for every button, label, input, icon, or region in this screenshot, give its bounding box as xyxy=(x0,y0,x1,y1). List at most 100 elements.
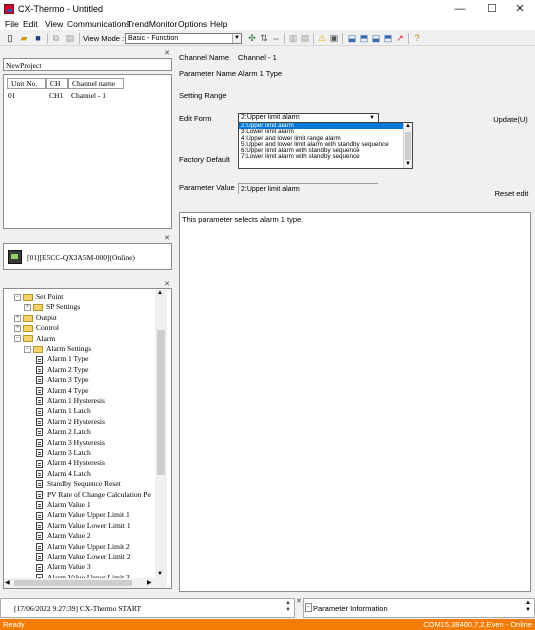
tree-item[interactable]: Alarm Value Lower Limit 2 xyxy=(36,552,131,562)
tree-item[interactable]: Alarm 3 Latch xyxy=(36,448,91,458)
scroll-up-icon[interactable]: ▲ xyxy=(405,123,411,129)
tree-item[interactable]: Alarm 4 Type xyxy=(36,386,88,396)
warning-icon[interactable]: ⚠ xyxy=(316,32,328,44)
menu-help[interactable]: Help xyxy=(210,18,227,30)
transfer-icon[interactable]: ⇅ xyxy=(258,32,270,44)
close-icon[interactable]: ✕ xyxy=(164,281,170,288)
collapse-icon[interactable]: − xyxy=(14,335,21,343)
tree-item[interactable]: Alarm Value 1 xyxy=(36,500,91,510)
column-header-ch[interactable]: CH xyxy=(46,78,68,89)
column-header-channel-name[interactable]: Channel name xyxy=(68,78,124,89)
tree-item[interactable]: Alarm 4 Hysteresis xyxy=(36,458,105,468)
tree-item[interactable]: Alarm 2 Hysteresis xyxy=(36,417,105,427)
scroll-down-icon[interactable]: ▼ xyxy=(405,161,411,167)
dropdown-scroll-thumb[interactable] xyxy=(405,132,411,160)
help-icon[interactable]: ? xyxy=(411,32,423,44)
download-icon[interactable]: ⬒ xyxy=(358,32,370,44)
scroll-left-icon[interactable]: ◀ xyxy=(5,579,10,586)
tree-folder[interactable]: − Alarm Settings xyxy=(24,344,91,354)
collapse-icon[interactable]: − xyxy=(14,293,21,301)
collapse-icon[interactable]: − xyxy=(24,345,31,353)
tree-folder[interactable]: + Output xyxy=(14,313,57,323)
tree-item[interactable]: Alarm Value 3 xyxy=(36,562,91,572)
device-label[interactable]: [01][E5CC-QX3A5M-000](Online) xyxy=(27,253,135,262)
upload-icon[interactable]: ⬓ xyxy=(346,32,358,44)
tree-folder[interactable]: + SP Settings xyxy=(24,302,80,312)
tree-hscroll-thumb[interactable] xyxy=(14,580,132,586)
expand-icon[interactable]: + xyxy=(14,324,21,332)
disconnect-icon[interactable]: ⇔ xyxy=(270,32,282,44)
device-settings-icon[interactable]: ⬒ xyxy=(382,32,394,44)
tree-item[interactable]: Standby Sequence Reset xyxy=(36,479,121,489)
scroll-right-icon[interactable]: ▶ xyxy=(147,579,152,586)
update-button[interactable]: Update(U) xyxy=(491,112,530,125)
status-bar: Ready COM15,38400,7,2,Even - Online xyxy=(0,619,535,630)
tree-scroll-thumb[interactable] xyxy=(157,330,165,475)
new-file-icon[interactable]: ▯ xyxy=(4,32,16,44)
dropdown-scrollbar[interactable]: ▲ ▼ xyxy=(403,123,412,168)
parameter-icon xyxy=(36,376,43,385)
reset-edit-button[interactable]: Reset edit xyxy=(493,187,530,200)
monitor-icon[interactable]: ▣ xyxy=(328,32,340,44)
scroll-down-icon[interactable]: ▼ xyxy=(157,571,163,577)
tree-item[interactable]: Alarm 3 Hysteresis xyxy=(36,438,105,448)
parameter-name-label: Parameter Name xyxy=(179,69,237,78)
close-icon[interactable]: ✕ xyxy=(164,235,170,242)
tree-item-label: Standby Sequence Reset xyxy=(47,479,121,489)
parameter-icon xyxy=(36,407,43,416)
menu-trendmonitor[interactable]: TrendMonitor xyxy=(127,18,177,30)
tree-folder[interactable]: + Control xyxy=(14,323,59,333)
tree-item[interactable]: Alarm 3 Type xyxy=(36,375,88,385)
table-row[interactable]: 01 CH1 Channel - 1 xyxy=(5,90,170,101)
verify-icon[interactable]: ⬓ xyxy=(370,32,382,44)
parameter-icon xyxy=(36,532,43,541)
tree-item[interactable]: Alarm Value Upper Limit 1 xyxy=(36,510,130,520)
tree-item[interactable]: Alarm 1 Type xyxy=(36,354,88,364)
menu-view[interactable]: View xyxy=(45,18,63,30)
edit-form-dropdown-list[interactable]: 2:Upper limit alarm 3:Lower limit alarm … xyxy=(238,122,413,169)
tree-item[interactable]: Alarm 1 Latch xyxy=(36,406,91,416)
tree-item[interactable]: PV Rate of Change Calculation Pe xyxy=(36,490,151,500)
collapse-toggle[interactable]: - xyxy=(305,603,312,612)
maximize-button[interactable]: ☐ xyxy=(477,0,507,18)
save-icon[interactable]: ■ xyxy=(32,32,44,44)
menu-edit[interactable]: Edit xyxy=(23,18,38,30)
menu-options[interactable]: Options xyxy=(178,18,207,30)
parameter-tree: − Set Point + SP Settings + Output + Control − Al… xyxy=(3,288,172,589)
tree-folder[interactable]: − Set Point xyxy=(14,292,63,302)
list-icon[interactable]: ▤ xyxy=(299,32,311,44)
expand-icon[interactable]: + xyxy=(14,314,21,322)
tree-item[interactable]: Alarm Value Lower Limit 1 xyxy=(36,521,131,531)
menu-communications[interactable]: Communications xyxy=(67,18,130,30)
project-name[interactable]: NewProject xyxy=(6,61,41,70)
tree-folder[interactable]: − Alarm xyxy=(14,334,55,344)
tree-item[interactable]: Alarm 2 Type xyxy=(36,365,88,375)
info-spinner[interactable]: ▲ ▼ xyxy=(525,600,531,614)
view-mode-select[interactable]: Basic - Function ▼ xyxy=(125,33,242,44)
view-mode-value: Basic - Function xyxy=(128,35,179,42)
close-button[interactable]: ✕ xyxy=(505,0,535,18)
minimize-button[interactable]: — xyxy=(445,0,475,18)
open-folder-icon[interactable]: ▰ xyxy=(18,32,30,44)
connect-icon[interactable]: ✣ xyxy=(246,32,258,44)
scroll-up-icon[interactable]: ▲ xyxy=(157,290,163,296)
parameter-description: This parameter selects alarm 1 type. xyxy=(182,215,304,224)
compare-icon[interactable]: ▥ xyxy=(287,32,299,44)
tree-item-label: Alarm Settings xyxy=(46,344,92,353)
dropdown-option[interactable]: 7:Lower limit alarm with standby sequenc… xyxy=(239,154,412,161)
copy-icon[interactable]: ⧉ xyxy=(50,32,62,44)
close-icon[interactable]: ✕ xyxy=(164,50,170,57)
paste-icon[interactable]: ▤ xyxy=(64,32,76,44)
tree-item[interactable]: Alarm 4 Latch xyxy=(36,469,91,479)
tree-item[interactable]: Alarm 2 Latch xyxy=(36,427,91,437)
menu-file[interactable]: File xyxy=(5,18,19,30)
trend-icon[interactable]: ↗ xyxy=(394,32,406,44)
tree-item[interactable]: Alarm 1 Hysteresis xyxy=(36,396,105,406)
column-header-unit[interactable]: Unit No. xyxy=(7,78,46,89)
log-spinner[interactable]: ▲ ▼ xyxy=(283,600,293,616)
expand-icon[interactable]: + xyxy=(24,304,31,312)
tree-item[interactable]: Alarm Value 2 xyxy=(36,531,91,541)
close-icon[interactable]: ✕ xyxy=(296,598,302,605)
parameter-icon xyxy=(36,470,43,479)
tree-item[interactable]: Alarm Value Upper Limit 2 xyxy=(36,542,130,552)
